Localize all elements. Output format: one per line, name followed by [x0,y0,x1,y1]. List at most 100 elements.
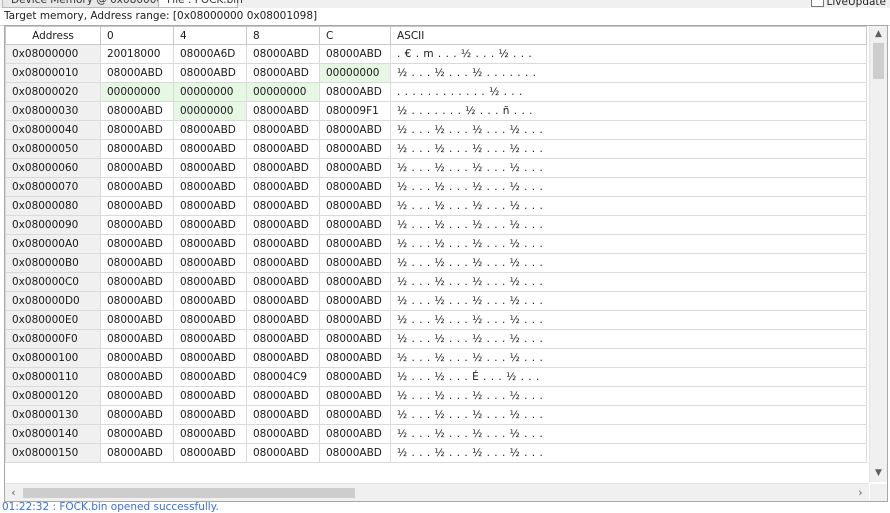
table-row[interactable]: 0x08000100 08000ABD 08000ABD 08000ABD 08000A… [5,348,867,368]
tab-file[interactable]: File : FOCK.bin [158,0,243,8]
address-cell[interactable]: 0x08000090 [5,215,101,235]
word-cell[interactable]: 08000ABD [100,253,174,273]
word-cell[interactable]: 00000000 [173,82,247,102]
word-cell[interactable]: 08000ABD [100,215,174,235]
word-cell[interactable]: 08000ABD [319,139,391,159]
word-cell[interactable]: 08000ABD [319,291,391,311]
horizontal-scrollbar[interactable]: ‹ › [5,483,869,501]
address-cell[interactable]: 0x08000070 [5,177,101,197]
table-row[interactable]: 0x08000090 08000ABD 08000ABD 08000ABD 08000A… [5,215,867,235]
word-cell[interactable]: 00000000 [173,101,247,121]
word-cell[interactable]: 08000ABD [246,177,320,197]
table-row[interactable]: 0x080000F0 08000ABD 08000ABD 08000ABD 08000A… [5,329,867,349]
word-cell[interactable]: 08000ABD [100,234,174,254]
word-cell[interactable]: 20018000 [100,44,174,64]
word-cell[interactable]: 08000ABD [173,424,247,444]
word-cell[interactable]: 08000ABD [173,291,247,311]
word-cell[interactable]: 08000ABD [319,443,391,463]
word-cell[interactable]: 08000ABD [100,443,174,463]
address-cell[interactable]: 0x08000100 [5,348,101,368]
table-row[interactable]: 0x08000010 08000ABD 08000ABD 08000ABD 000000… [5,63,867,83]
word-cell[interactable]: 08000ABD [100,329,174,349]
ascii-cell[interactable]: ½ . . . ½ . . . ½ . . . ½ . . . [390,215,867,235]
word-cell[interactable]: 08000ABD [319,272,391,292]
word-cell[interactable]: 08000ABD [246,63,320,83]
column-header-address[interactable]: Address [5,26,101,45]
ascii-cell[interactable]: ½ . . . ½ . . . ½ . . . ½ . . . [390,329,867,349]
word-cell[interactable]: 00000000 [100,82,174,102]
word-cell[interactable]: 08000ABD [319,158,391,178]
word-cell[interactable]: 08000ABD [173,405,247,425]
word-cell[interactable]: 08000ABD [246,158,320,178]
ascii-cell[interactable]: ½ . . . ½ . . . ½ . . . ½ . . . [390,405,867,425]
address-cell[interactable]: 0x08000050 [5,139,101,159]
table-row[interactable]: 0x08000040 08000ABD 08000ABD 08000ABD 08000A… [5,120,867,140]
ascii-cell[interactable]: ½ . . . ½ . . . ½ . . . ½ . . . [390,310,867,330]
word-cell[interactable]: 08000ABD [319,253,391,273]
word-cell[interactable]: 08000ABD [319,215,391,235]
chevron-up-icon[interactable]: ▲ [870,26,887,43]
word-cell[interactable]: 08000ABD [246,272,320,292]
table-row[interactable]: 0x08000140 08000ABD 08000ABD 08000ABD 08000A… [5,424,867,444]
word-cell[interactable]: 08000ABD [173,367,247,387]
word-cell[interactable]: 08000ABD [173,158,247,178]
ascii-cell[interactable]: ½ . . . ½ . . . ½ . . . ½ . . . [390,253,867,273]
address-cell[interactable]: 0x08000120 [5,386,101,406]
word-cell[interactable]: 08000ABD [173,120,247,140]
table-row[interactable]: 0x080000C0 08000ABD 08000ABD 08000ABD 08000A… [5,272,867,292]
word-cell[interactable]: 08000ABD [100,101,174,121]
word-cell[interactable]: 08000ABD [319,329,391,349]
word-cell[interactable]: 08000ABD [100,63,174,83]
ascii-cell[interactable]: ½ . . . ½ . . . ½ . . . ½ . . . [390,120,867,140]
table-row[interactable]: 0x08000000 20018000 08000A6D 08000ABD 08000A… [5,44,867,64]
word-cell[interactable]: 08000ABD [100,158,174,178]
column-header-8[interactable]: 8 [246,26,320,45]
word-cell[interactable]: 08000ABD [100,367,174,387]
ascii-cell[interactable]: . . . . . . . . . . . . ½ . . . [390,82,867,102]
column-header-4[interactable]: 4 [173,26,247,45]
word-cell[interactable]: 08000ABD [246,348,320,368]
checkbox-icon[interactable] [810,0,824,7]
word-cell[interactable]: 08000ABD [319,405,391,425]
horizontal-scroll-thumb[interactable] [23,488,355,498]
ascii-cell[interactable]: ½ . . . ½ . . . ½ . . . ½ . . . [390,272,867,292]
address-cell[interactable]: 0x080000D0 [5,291,101,311]
table-row[interactable]: 0x08000060 08000ABD 08000ABD 08000ABD 08000A… [5,158,867,178]
ascii-cell[interactable]: ½ . . . ½ . . . ½ . . . ½ . . . [390,177,867,197]
address-cell[interactable]: 0x08000150 [5,443,101,463]
word-cell[interactable]: 08000ABD [319,234,391,254]
word-cell[interactable]: 08000ABD [246,234,320,254]
ascii-cell[interactable]: ½ . . . ½ . . . ½ . . . ½ . . . [390,234,867,254]
word-cell[interactable]: 08000ABD [319,386,391,406]
table-row[interactable]: 0x08000080 08000ABD 08000ABD 08000ABD 08000A… [5,196,867,216]
ascii-cell[interactable]: ½ . . . ½ . . . ½ . . . ½ . . . [390,158,867,178]
chevron-left-icon[interactable]: ‹ [5,484,22,501]
ascii-cell[interactable]: ½ . . . ½ . . . É . . . ½ . . . [390,367,867,387]
word-cell[interactable]: 08000ABD [173,139,247,159]
vertical-scroll-thumb[interactable] [873,43,884,79]
word-cell[interactable]: 08000ABD [100,139,174,159]
table-row[interactable]: 0x080000D0 08000ABD 08000ABD 08000ABD 08000A… [5,291,867,311]
address-cell[interactable]: 0x08000110 [5,367,101,387]
word-cell[interactable]: 08000ABD [173,348,247,368]
word-cell[interactable]: 08000ABD [246,291,320,311]
ascii-cell[interactable]: ½ . . . ½ . . . ½ . . . ½ . . . [390,424,867,444]
word-cell[interactable]: 08000ABD [173,310,247,330]
word-cell[interactable]: 08000ABD [173,234,247,254]
word-cell[interactable]: 08000ABD [246,139,320,159]
word-cell[interactable]: 08000ABD [319,196,391,216]
address-cell[interactable]: 0x08000020 [5,82,101,102]
address-cell[interactable]: 0x08000000 [5,44,101,64]
table-row[interactable]: 0x08000070 08000ABD 08000ABD 08000ABD 08000A… [5,177,867,197]
address-cell[interactable]: 0x08000010 [5,63,101,83]
table-row[interactable]: 0x08000110 08000ABD 08000ABD 080004C9 08000A… [5,367,867,387]
word-cell[interactable]: 08000ABD [100,405,174,425]
address-cell[interactable]: 0x080000A0 [5,234,101,254]
word-cell[interactable]: 08000A6D [173,44,247,64]
column-header-0[interactable]: 0 [100,26,174,45]
word-cell[interactable]: 080009F1 [319,101,391,121]
table-row[interactable]: 0x08000150 08000ABD 08000ABD 08000ABD 08000A… [5,443,867,463]
word-cell[interactable]: 08000ABD [246,253,320,273]
word-cell[interactable]: 00000000 [246,82,320,102]
word-cell[interactable]: 08000ABD [319,44,391,64]
